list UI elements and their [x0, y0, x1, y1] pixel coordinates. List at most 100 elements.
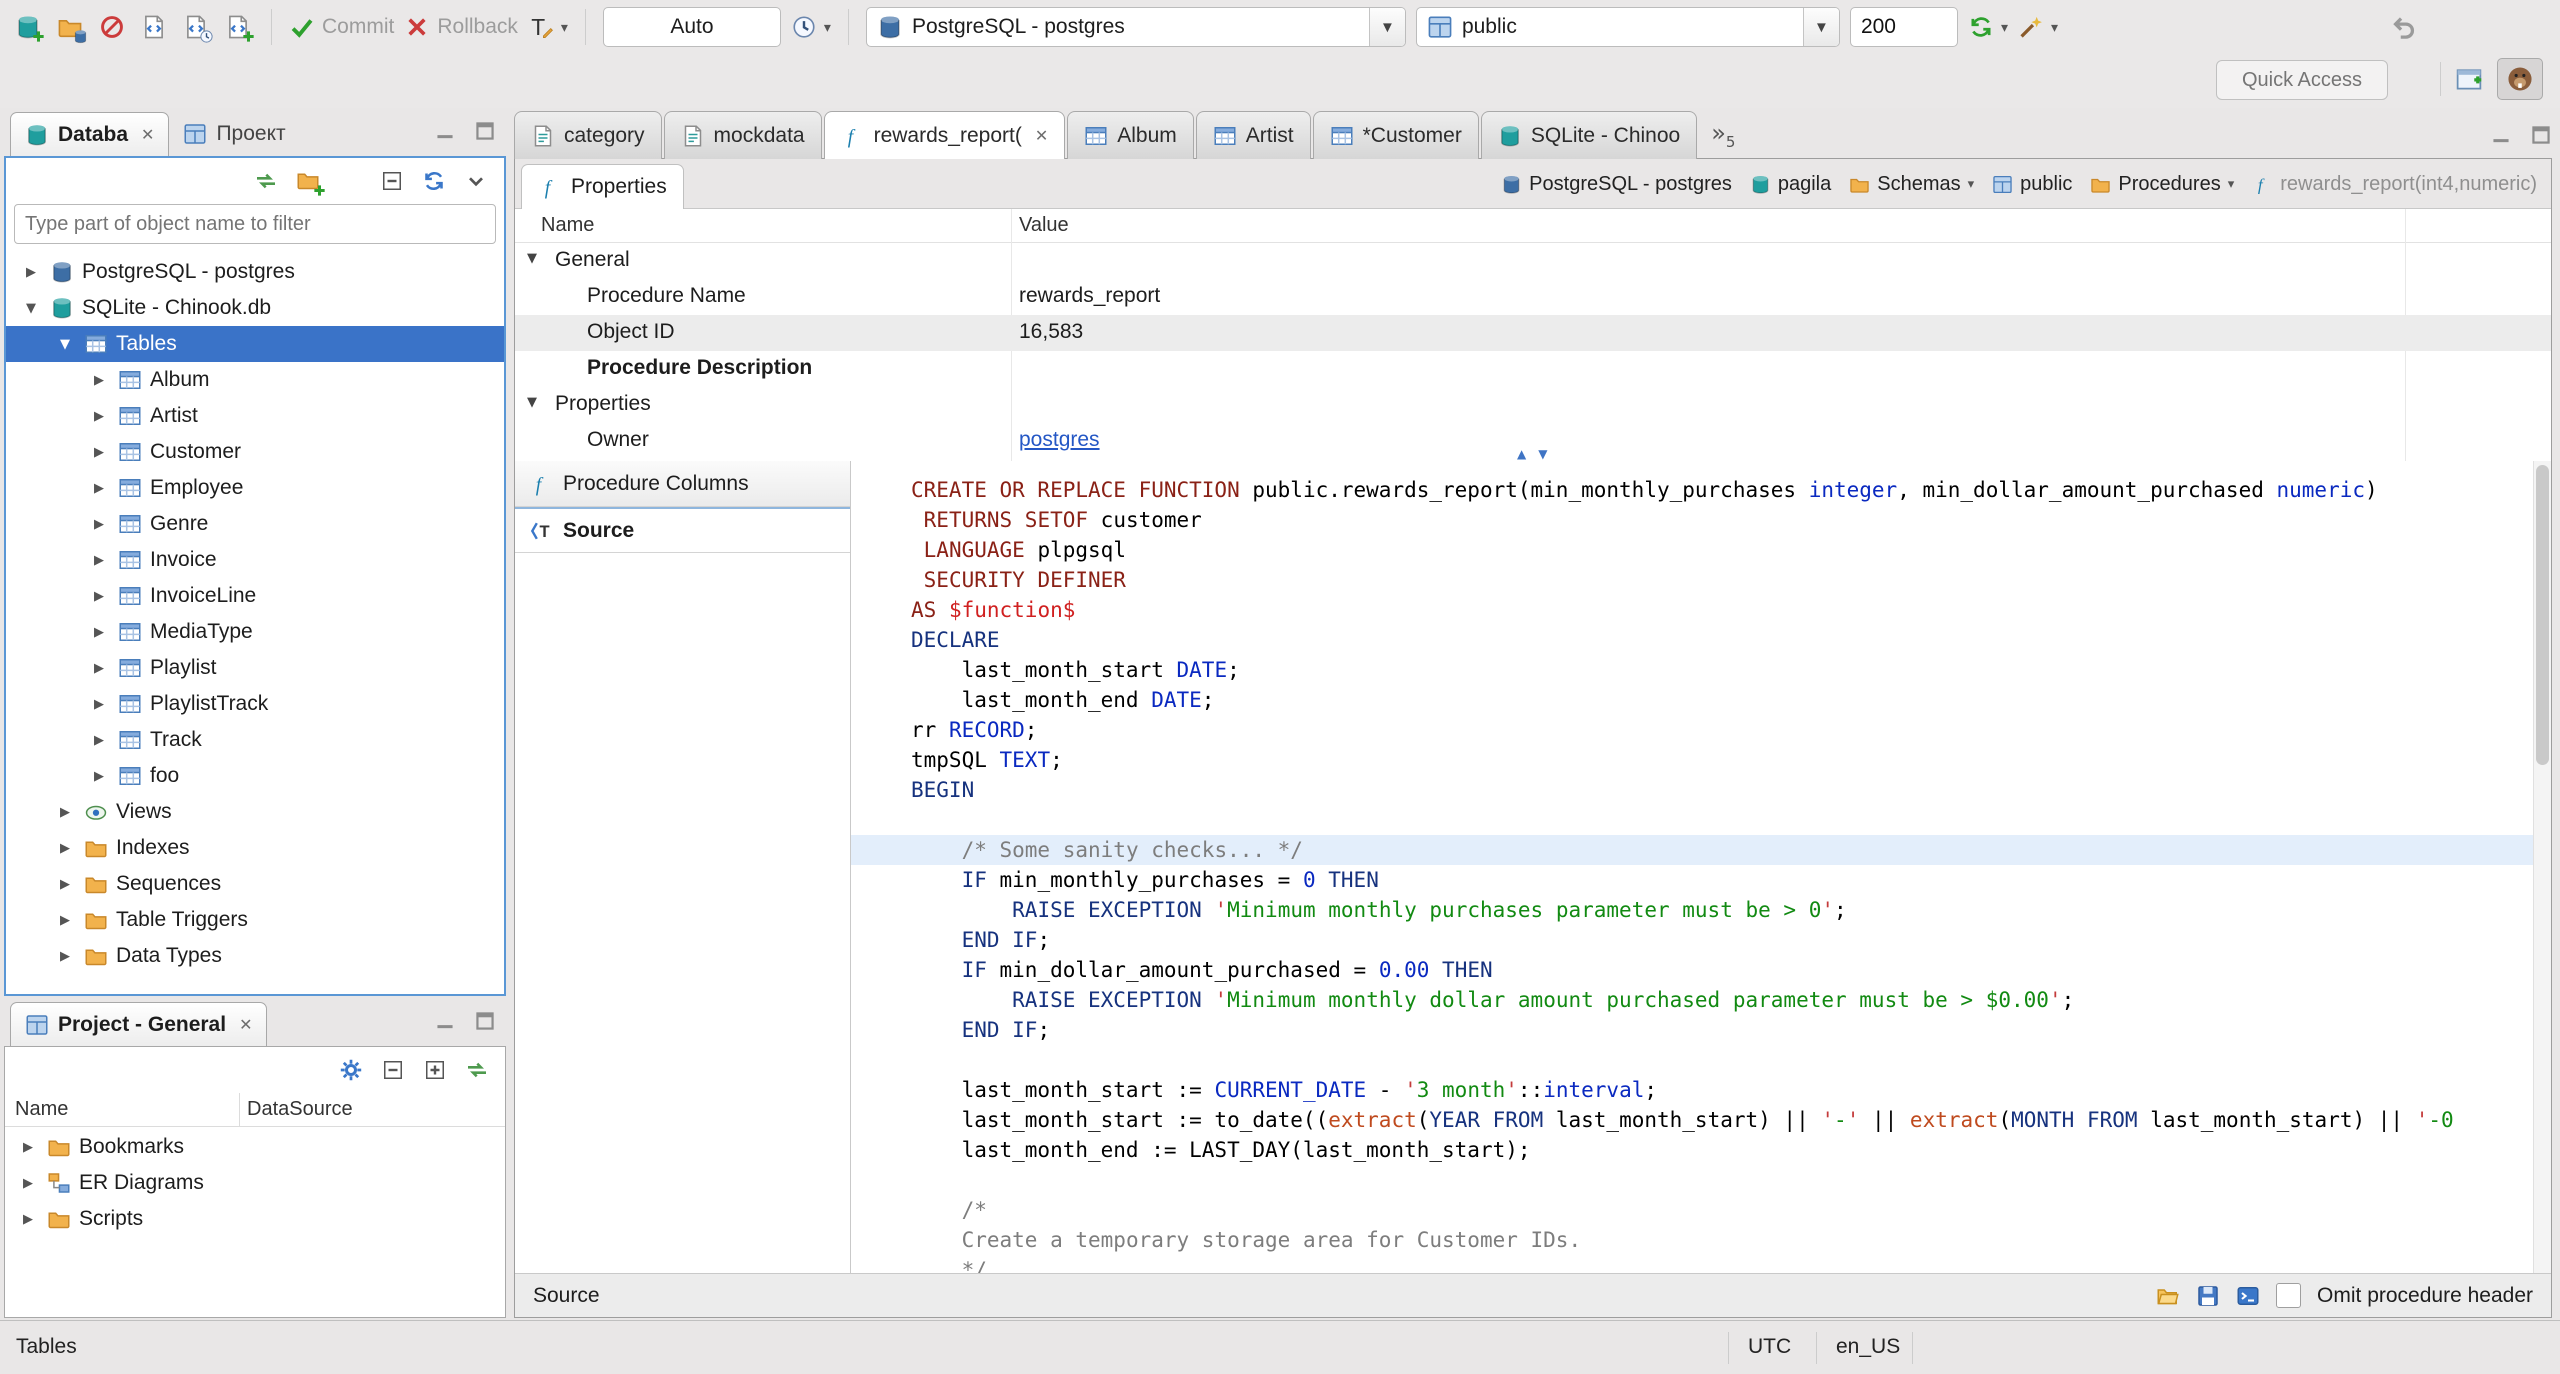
tree-item-track[interactable]: ▶ Track [6, 722, 504, 758]
tree-item-foo[interactable]: ▶ foo [6, 758, 504, 794]
property-row-procedure-name[interactable]: Procedure Name rewards_report [515, 279, 2551, 315]
property-row-procedure-description[interactable]: Procedure Description [515, 351, 2551, 387]
rollback-button[interactable]: Rollback [404, 7, 518, 47]
tools-wand-button[interactable]: ▾ [2018, 7, 2058, 47]
property-group-general[interactable]: ▼ General [515, 243, 2551, 279]
tree-item-album[interactable]: ▶ Album [6, 362, 504, 398]
fetch-size-input[interactable] [1849, 7, 1958, 47]
close-tab-icon[interactable]: ✕ [1035, 126, 1048, 145]
expander-icon[interactable]: ▶ [54, 841, 76, 856]
tree-item-customer[interactable]: ▶ Customer [6, 434, 504, 470]
expander-icon[interactable]: ▶ [54, 877, 76, 892]
tree-item-artist[interactable]: ▶ Artist [6, 398, 504, 434]
close-view-icon[interactable]: ✕ [239, 1015, 252, 1034]
subtab-source[interactable]: Source [515, 507, 850, 553]
tree-item-indexes[interactable]: ▶ Indexes [6, 830, 504, 866]
console-icon[interactable] [2236, 1284, 2260, 1308]
subtab-procedure-columns[interactable]: Procedure Columns [515, 461, 850, 507]
tree-item-invoiceline[interactable]: ▶ InvoiceLine [6, 578, 504, 614]
expander-icon[interactable]: ▶ [88, 445, 110, 460]
sql-editor-button[interactable] [138, 7, 170, 47]
expand-all-icon[interactable] [423, 1058, 447, 1082]
breadcrumb-schemas[interactable]: Schemas ▾ [1849, 173, 1974, 196]
tree-item-views[interactable]: ▶ Views [6, 794, 504, 830]
expander-icon[interactable]: ▶ [17, 1176, 39, 1191]
settings-gear-icon[interactable] [339, 1058, 363, 1082]
connection-selector[interactable]: PostgreSQL - postgres ▼ [865, 7, 1406, 47]
tree-item-employee[interactable]: ▶ Employee [6, 470, 504, 506]
expander-icon[interactable]: ▶ [17, 1140, 39, 1155]
project-tree[interactable]: ▶ Bookmarks ▶ ER Diagrams ▶ Scripts [5, 1127, 505, 1317]
new-connection-folder-button[interactable] [54, 7, 86, 47]
tree-item-playlist[interactable]: ▶ Playlist [6, 650, 504, 686]
expander-icon[interactable]: ▶ [88, 481, 110, 496]
status-timezone[interactable]: UTC [1748, 1335, 1791, 1359]
tree-item-playlisttrack[interactable]: ▶ PlaylistTrack [6, 686, 504, 722]
close-view-icon[interactable]: ✕ [141, 125, 154, 144]
open-file-icon[interactable] [2156, 1284, 2180, 1308]
omit-header-label[interactable]: Omit procedure header [2317, 1284, 2533, 1308]
tree-item-invoice[interactable]: ▶ Invoice [6, 542, 504, 578]
database-tree[interactable]: ▶ PostgreSQL - postgres ▼ SQLite - Chinook.… [6, 252, 504, 994]
disconnect-button[interactable] [96, 7, 128, 47]
expander-icon[interactable]: ▶ [88, 697, 110, 712]
tree-item-postgresql-postgres[interactable]: ▶ PostgreSQL - postgres [6, 254, 504, 290]
tab-database-navigator[interactable]: Databa ✕ [10, 112, 170, 156]
minimize-icon[interactable] [2490, 124, 2512, 146]
commit-mode-combo[interactable]: Auto [602, 7, 781, 47]
maximize-icon[interactable] [474, 120, 496, 142]
dropdown-arrow-icon[interactable]: ▾ [2228, 177, 2235, 192]
expander-icon[interactable]: ▶ [88, 769, 110, 784]
recent-sql-editor-button[interactable] [180, 7, 212, 47]
link-with-editor-icon[interactable] [465, 1058, 489, 1082]
transaction-log-button[interactable]: ▾ [791, 7, 831, 47]
column-datasource[interactable]: DataSource [247, 1098, 353, 1121]
refresh-sync-icon[interactable] [422, 169, 446, 193]
dropdown-arrow-icon[interactable]: ▼ [1368, 8, 1405, 46]
expander-icon[interactable]: ▶ [54, 949, 76, 964]
editor-tab-category[interactable]: category [514, 111, 662, 159]
back-button[interactable] [2388, 7, 2420, 47]
new-connection-button[interactable] [12, 7, 44, 47]
expander-icon[interactable]: ▶ [54, 913, 76, 928]
expander-icon[interactable]: ▼ [527, 395, 537, 410]
schema-selector[interactable]: public ▼ [1415, 7, 1840, 47]
expander-icon[interactable]: ▼ [20, 301, 42, 316]
expander-icon[interactable]: ▼ [54, 337, 76, 352]
editor-tab-album[interactable]: Album [1067, 111, 1194, 159]
minimize-icon[interactable] [434, 1010, 456, 1032]
minimize-icon[interactable] [434, 120, 456, 142]
expander-icon[interactable]: ▶ [88, 625, 110, 640]
dropdown-arrow-icon[interactable]: ▼ [1802, 8, 1839, 46]
breadcrumb-procedures[interactable]: Procedures ▾ [2090, 173, 2234, 196]
collapse-all-icon[interactable] [380, 169, 404, 193]
new-sql-editor-button[interactable] [222, 7, 254, 47]
expander-icon[interactable]: ▶ [88, 553, 110, 568]
expander-icon[interactable]: ▶ [88, 733, 110, 748]
expander-icon[interactable]: ▶ [17, 1212, 39, 1227]
expander-icon[interactable]: ▶ [88, 589, 110, 604]
property-row-object-id[interactable]: Object ID 16,583 [515, 315, 2551, 351]
project-item-scripts[interactable]: ▶ Scripts [5, 1201, 505, 1237]
breadcrumb-public[interactable]: public [1992, 173, 2072, 196]
scrollbar[interactable] [2533, 461, 2551, 1273]
tab-overflow-indicator[interactable]: »5 [1711, 119, 1735, 151]
project-item-er-diagrams[interactable]: ▶ ER Diagrams [5, 1165, 505, 1201]
expander-icon[interactable]: ▶ [88, 517, 110, 532]
tree-item-table-triggers[interactable]: ▶ Table Triggers [6, 902, 504, 938]
status-locale[interactable]: en_US [1836, 1335, 1900, 1359]
editor-tab-mockdata[interactable]: mockdata [663, 111, 822, 159]
open-perspective-button[interactable] [2453, 59, 2485, 99]
breadcrumb-pagila[interactable]: pagila [1750, 173, 1831, 196]
splitter-up-icon[interactable]: ▲ [1517, 447, 1526, 461]
new-folder-button[interactable] [296, 168, 322, 194]
object-filter-input[interactable] [14, 204, 496, 244]
refresh-button[interactable]: ▾ [1968, 7, 2008, 47]
commit-button[interactable]: Commit [289, 7, 394, 47]
tree-item-data-types[interactable]: ▶ Data Types [6, 938, 504, 974]
dbeaver-perspective-button[interactable] [2497, 58, 2543, 100]
editor-tab-artist[interactable]: Artist [1195, 111, 1311, 159]
property-group-properties[interactable]: ▼ Properties [515, 387, 2551, 423]
maximize-icon[interactable] [474, 1010, 496, 1032]
property-value[interactable]: postgres [1019, 428, 1100, 452]
